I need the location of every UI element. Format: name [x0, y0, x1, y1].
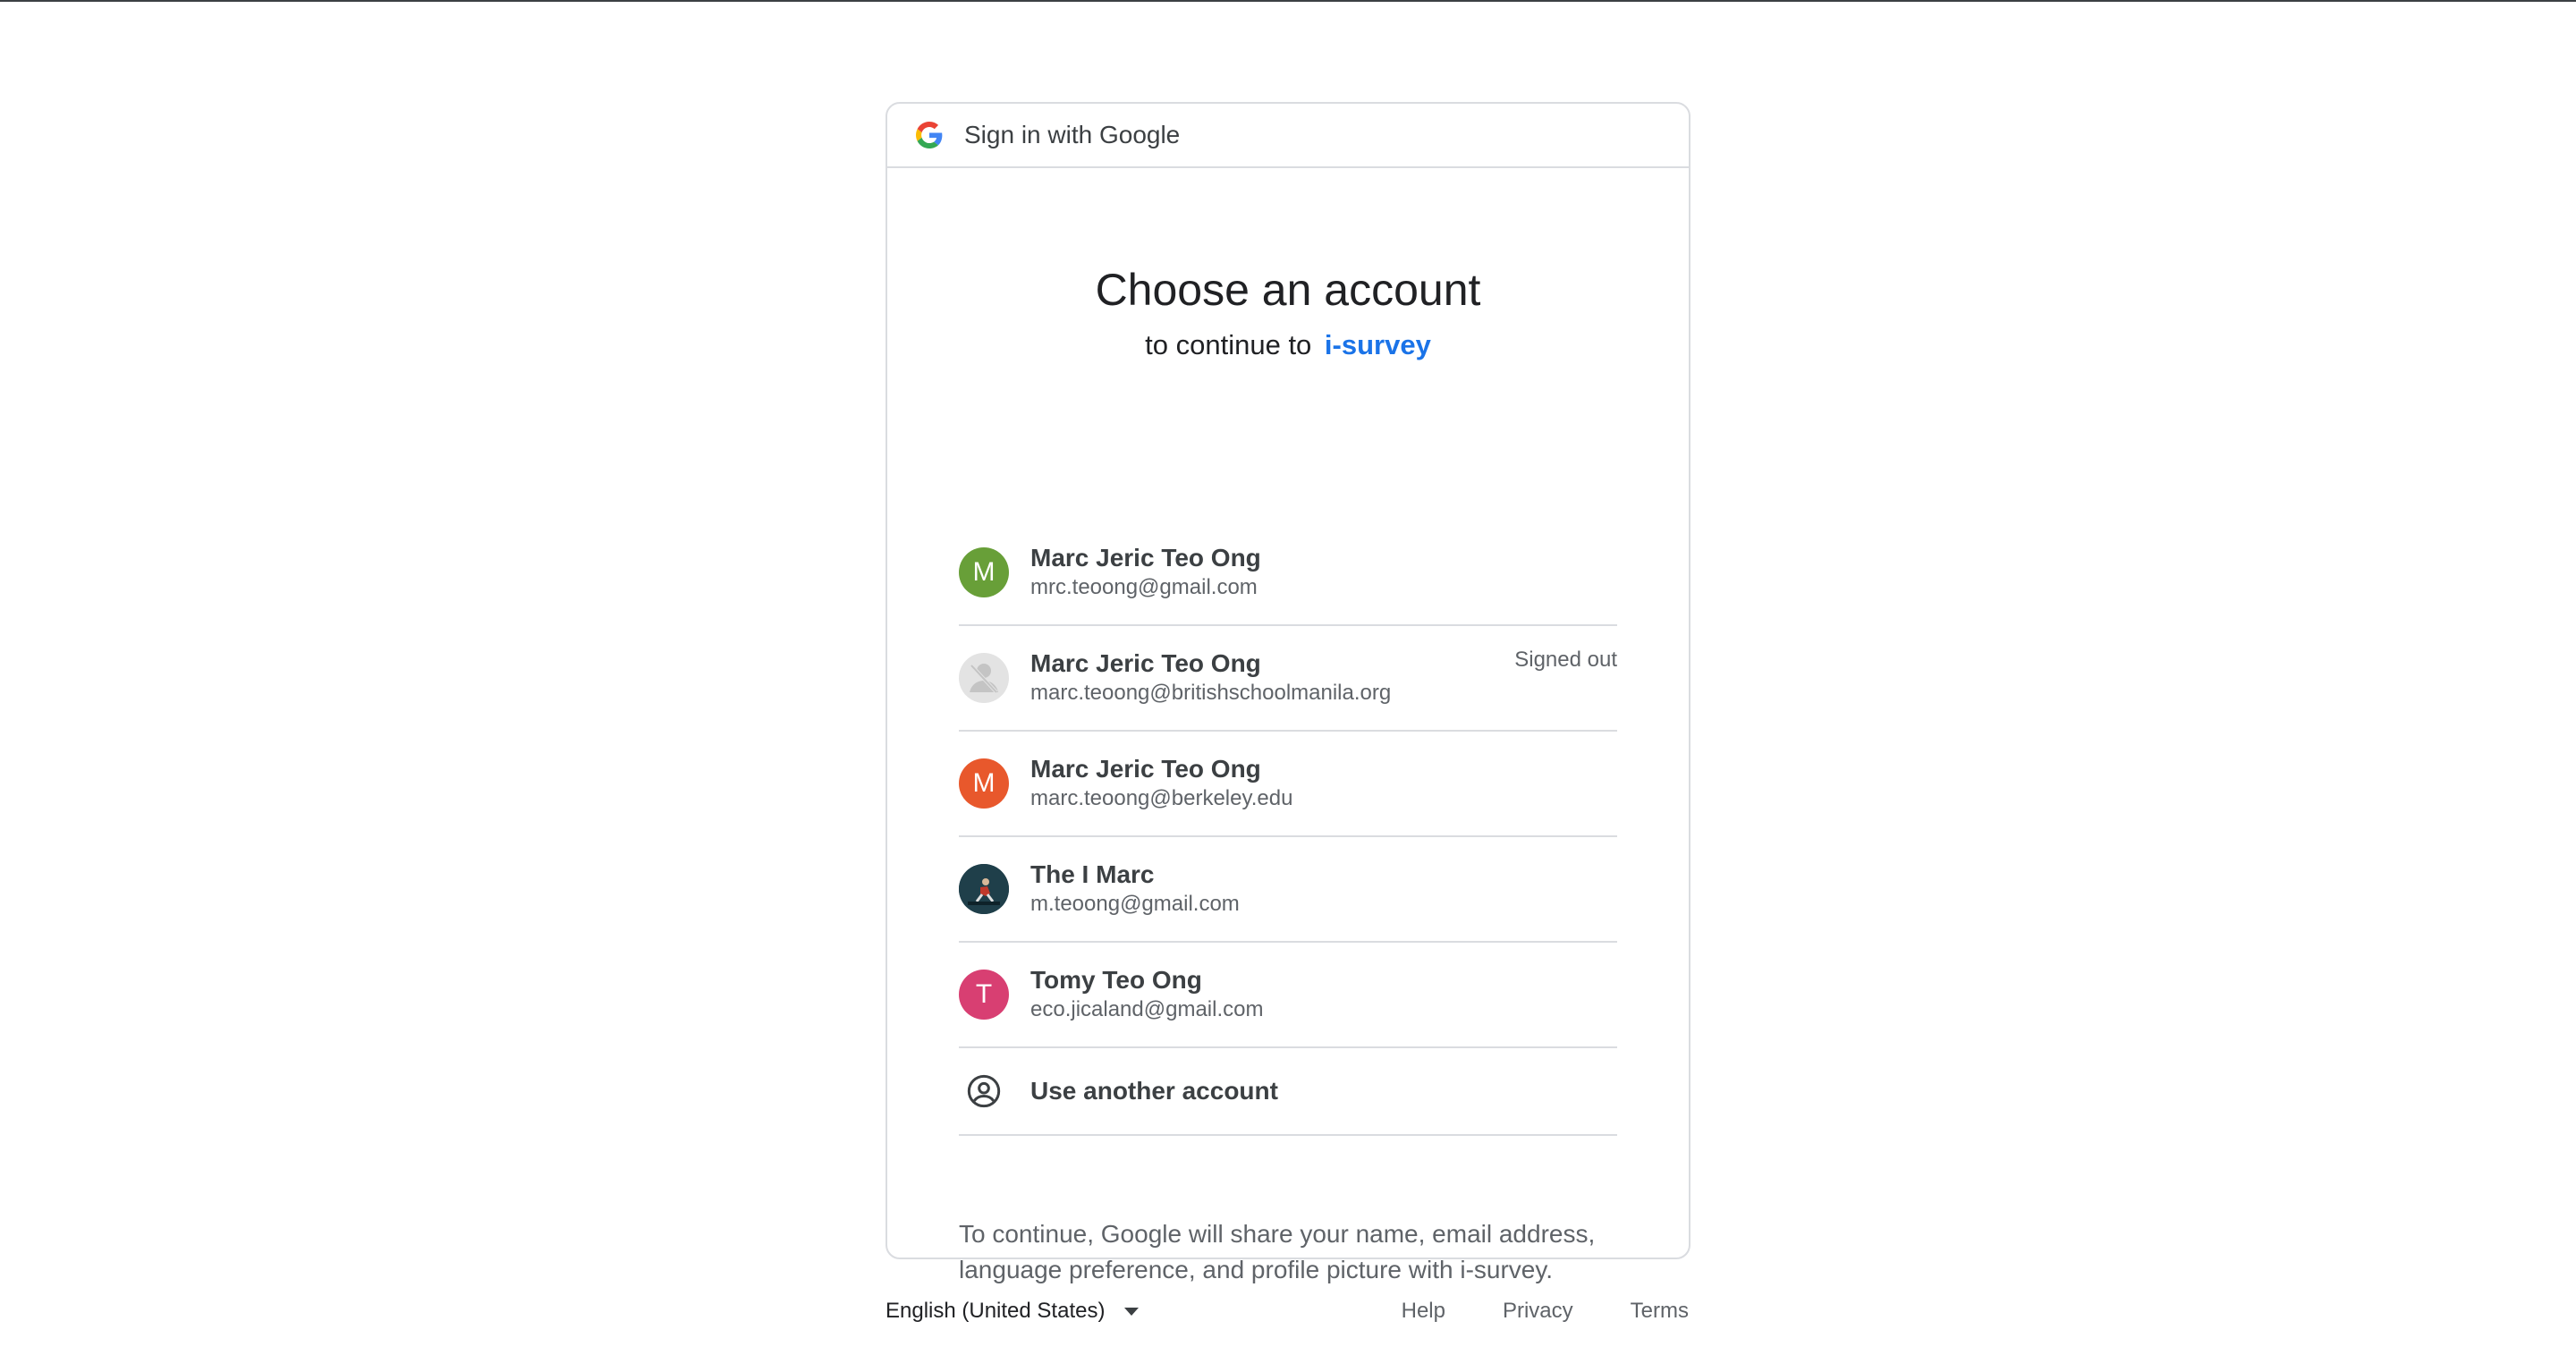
language-label: English (United States)	[886, 1299, 1106, 1323]
account-email: marc.teoong@berkeley.edu	[1030, 786, 1293, 810]
consent-line-1: To continue, Google will share your name…	[959, 1220, 1596, 1248]
use-another-account-button[interactable]: Use another account	[959, 1048, 1617, 1136]
avatar: T	[959, 970, 1009, 1020]
google-logo-icon	[916, 122, 943, 148]
account-email: mrc.teoong@gmail.com	[1030, 575, 1258, 599]
account-item[interactable]: Marc Jeric Teo Ong marc.teoong@britishsc…	[959, 626, 1617, 732]
page-subtitle: to continue to i-survey	[887, 327, 1689, 363]
photo-avatar-icon	[959, 864, 1009, 914]
account-name: Marc Jeric Teo Ong	[1030, 544, 1261, 572]
card-header: Sign in with Google	[887, 104, 1689, 168]
account-item[interactable]: M Marc Jeric Teo Ong marc.teoong@berkele…	[959, 732, 1617, 837]
sign-in-card: Sign in with Google Choose an account to…	[886, 102, 1690, 1283]
avatar: M	[959, 758, 1009, 809]
account-name: The I Marc	[1030, 860, 1155, 888]
language-selector[interactable]: English (United States)	[886, 1299, 1140, 1324]
account-item[interactable]: The I Marc m.teoong@gmail.com	[959, 837, 1617, 943]
account-email: marc.teoong@britishschoolmanila.org	[1030, 681, 1392, 705]
consent-text: To continue, Google will share your name…	[959, 1216, 1621, 1288]
help-link[interactable]: Help	[1402, 1299, 1445, 1324]
footer-links: Help Privacy Terms	[1344, 1299, 1689, 1324]
consent-line-2: language preference, and profile picture…	[959, 1256, 1554, 1283]
account-email: eco.jicaland@gmail.com	[1030, 997, 1264, 1021]
avatar-placeholder-icon	[959, 653, 1009, 703]
terms-link[interactable]: Terms	[1631, 1299, 1689, 1324]
account-list: M Marc Jeric Teo Ong mrc.teoong@gmail.co…	[959, 521, 1617, 1136]
subtitle-prefix: to continue to	[1145, 329, 1312, 360]
page-title: Choose an account	[1095, 265, 1481, 315]
header-title: Sign in with Google	[964, 121, 1181, 148]
signed-out-status: Signed out	[1514, 648, 1617, 672]
account-name: Tomy Teo Ong	[1030, 966, 1202, 994]
account-email: m.teoong@gmail.com	[1030, 892, 1240, 916]
avatar: M	[959, 547, 1009, 597]
account-name: Marc Jeric Teo Ong	[1030, 755, 1261, 783]
chevron-down-icon	[1124, 1307, 1140, 1316]
app-name-link[interactable]: i-survey	[1325, 329, 1431, 360]
account-circle-icon	[959, 1066, 1009, 1116]
account-item[interactable]: M Marc Jeric Teo Ong mrc.teoong@gmail.co…	[959, 521, 1617, 626]
account-name: Marc Jeric Teo Ong	[1030, 649, 1261, 677]
account-item[interactable]: T Tomy Teo Ong eco.jicaland@gmail.com	[959, 943, 1617, 1048]
use-another-account-label: Use another account	[1030, 1077, 1278, 1105]
privacy-link[interactable]: Privacy	[1503, 1299, 1573, 1324]
